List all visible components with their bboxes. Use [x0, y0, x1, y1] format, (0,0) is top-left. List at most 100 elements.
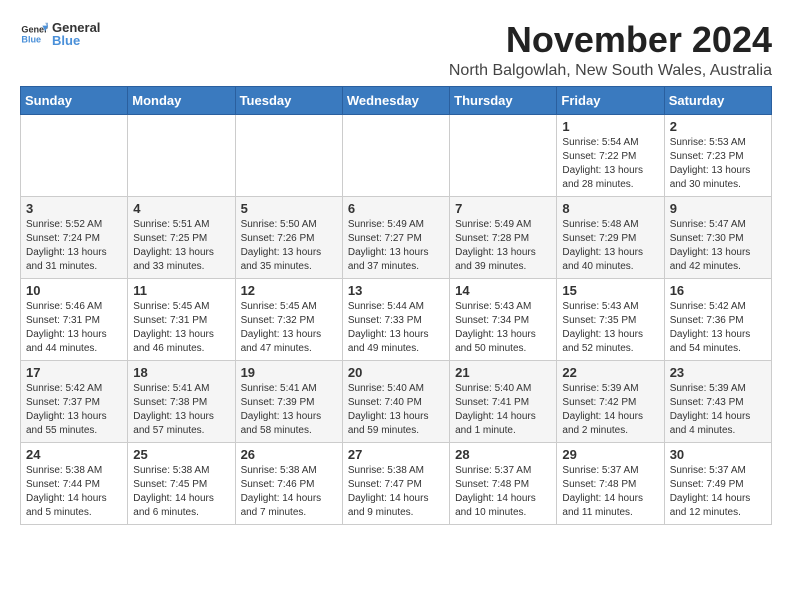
- calendar-cell: 21 Sunrise: 5:40 AM Sunset: 7:41 PM Dayli…: [450, 360, 557, 442]
- logo-icon: General Blue: [20, 20, 48, 48]
- page-header: General Blue General Blue November 2024 …: [20, 20, 772, 80]
- day-number: 21: [455, 365, 551, 380]
- calendar-cell: 30Sunrise: 5:37 AM Sunset: 7:49 PM Dayli…: [664, 442, 771, 524]
- day-number: 25: [133, 447, 229, 462]
- header-monday: Monday: [128, 86, 235, 114]
- calendar-cell: [450, 114, 557, 196]
- day-info: Sunrise: 5:52 AM Sunset: 7:24 PM Dayligh…: [26, 218, 122, 274]
- calendar-cell: 28 Sunrise: 5:37 AM Sunset: 7:48 PM Dayli…: [450, 442, 557, 524]
- header-tuesday: Tuesday: [235, 86, 342, 114]
- day-info: Sunrise: 5:39 AM Sunset: 7:43 PM Dayligh…: [670, 382, 766, 438]
- calendar-cell: 22Sunrise: 5:39 AM Sunset: 7:42 PM Dayli…: [557, 360, 664, 442]
- day-number: 8: [562, 201, 658, 216]
- calendar-cell: 23 Sunrise: 5:39 AM Sunset: 7:43 PM Dayli…: [664, 360, 771, 442]
- calendar-cell: [128, 114, 235, 196]
- day-info: Sunrise: 5:46 AM Sunset: 7:31 PM Dayligh…: [26, 300, 122, 356]
- calendar-week-3: 10Sunrise: 5:46 AM Sunset: 7:31 PM Dayli…: [21, 278, 772, 360]
- day-number: 14: [455, 283, 551, 298]
- calendar-cell: 6 Sunrise: 5:49 AM Sunset: 7:27 PM Daylig…: [342, 196, 449, 278]
- calendar-cell: [235, 114, 342, 196]
- calendar-cell: 1Sunrise: 5:54 AM Sunset: 7:22 PM Daylig…: [557, 114, 664, 196]
- day-info: Sunrise: 5:53 AM Sunset: 7:23 PM Dayligh…: [670, 136, 766, 192]
- calendar-cell: 17Sunrise: 5:42 AM Sunset: 7:37 PM Dayli…: [21, 360, 128, 442]
- day-info: Sunrise: 5:38 AM Sunset: 7:44 PM Dayligh…: [26, 464, 122, 520]
- day-number: 12: [241, 283, 337, 298]
- day-info: Sunrise: 5:45 AM Sunset: 7:32 PM Dayligh…: [241, 300, 337, 356]
- calendar-cell: 8 Sunrise: 5:48 AM Sunset: 7:29 PM Daylig…: [557, 196, 664, 278]
- calendar-week-5: 24 Sunrise: 5:38 AM Sunset: 7:44 PM Dayli…: [21, 442, 772, 524]
- day-info: Sunrise: 5:42 AM Sunset: 7:36 PM Dayligh…: [670, 300, 766, 356]
- calendar-cell: 19 Sunrise: 5:41 AM Sunset: 7:39 PM Dayli…: [235, 360, 342, 442]
- day-number: 13: [348, 283, 444, 298]
- day-info: Sunrise: 5:48 AM Sunset: 7:29 PM Dayligh…: [562, 218, 658, 274]
- calendar-cell: 7 Sunrise: 5:49 AM Sunset: 7:28 PM Daylig…: [450, 196, 557, 278]
- header-friday: Friday: [557, 86, 664, 114]
- day-info: Sunrise: 5:43 AM Sunset: 7:35 PM Dayligh…: [562, 300, 658, 356]
- calendar-cell: 10Sunrise: 5:46 AM Sunset: 7:31 PM Dayli…: [21, 278, 128, 360]
- day-info: Sunrise: 5:39 AM Sunset: 7:42 PM Dayligh…: [562, 382, 658, 438]
- calendar-cell: [342, 114, 449, 196]
- header-wednesday: Wednesday: [342, 86, 449, 114]
- calendar-cell: [21, 114, 128, 196]
- day-number: 18: [133, 365, 229, 380]
- logo: General Blue General Blue: [20, 20, 100, 48]
- day-number: 5: [241, 201, 337, 216]
- calendar-cell: 14 Sunrise: 5:43 AM Sunset: 7:34 PM Dayli…: [450, 278, 557, 360]
- day-info: Sunrise: 5:43 AM Sunset: 7:34 PM Dayligh…: [455, 300, 551, 356]
- calendar-week-2: 3 Sunrise: 5:52 AM Sunset: 7:24 PM Daylig…: [21, 196, 772, 278]
- day-number: 2: [670, 119, 766, 134]
- calendar-cell: 16Sunrise: 5:42 AM Sunset: 7:36 PM Dayli…: [664, 278, 771, 360]
- day-info: Sunrise: 5:38 AM Sunset: 7:45 PM Dayligh…: [133, 464, 229, 520]
- day-number: 28: [455, 447, 551, 462]
- calendar-cell: 27 Sunrise: 5:38 AM Sunset: 7:47 PM Dayli…: [342, 442, 449, 524]
- day-info: Sunrise: 5:37 AM Sunset: 7:48 PM Dayligh…: [455, 464, 551, 520]
- calendar-table: SundayMondayTuesdayWednesdayThursdayFrid…: [20, 86, 772, 525]
- day-number: 17: [26, 365, 122, 380]
- svg-text:Blue: Blue: [21, 34, 41, 44]
- day-info: Sunrise: 5:54 AM Sunset: 7:22 PM Dayligh…: [562, 136, 658, 192]
- logo-blue-text: Blue: [52, 33, 100, 48]
- day-info: Sunrise: 5:44 AM Sunset: 7:33 PM Dayligh…: [348, 300, 444, 356]
- calendar-cell: 15 Sunrise: 5:43 AM Sunset: 7:35 PM Dayli…: [557, 278, 664, 360]
- calendar-cell: 25 Sunrise: 5:38 AM Sunset: 7:45 PM Dayli…: [128, 442, 235, 524]
- calendar-cell: 3 Sunrise: 5:52 AM Sunset: 7:24 PM Daylig…: [21, 196, 128, 278]
- header-thursday: Thursday: [450, 86, 557, 114]
- day-number: 19: [241, 365, 337, 380]
- calendar-cell: 11 Sunrise: 5:45 AM Sunset: 7:31 PM Dayli…: [128, 278, 235, 360]
- day-number: 3: [26, 201, 122, 216]
- day-info: Sunrise: 5:47 AM Sunset: 7:30 PM Dayligh…: [670, 218, 766, 274]
- day-info: Sunrise: 5:41 AM Sunset: 7:39 PM Dayligh…: [241, 382, 337, 438]
- day-info: Sunrise: 5:50 AM Sunset: 7:26 PM Dayligh…: [241, 218, 337, 274]
- calendar-cell: 2 Sunrise: 5:53 AM Sunset: 7:23 PM Daylig…: [664, 114, 771, 196]
- title-area: November 2024 North Balgowlah, New South…: [449, 20, 772, 80]
- day-number: 11: [133, 283, 229, 298]
- day-number: 23: [670, 365, 766, 380]
- header-saturday: Saturday: [664, 86, 771, 114]
- day-number: 20: [348, 365, 444, 380]
- month-title: November 2024: [449, 20, 772, 60]
- day-info: Sunrise: 5:49 AM Sunset: 7:28 PM Dayligh…: [455, 218, 551, 274]
- location-title: North Balgowlah, New South Wales, Austra…: [449, 62, 772, 80]
- calendar-cell: 13 Sunrise: 5:44 AM Sunset: 7:33 PM Dayli…: [342, 278, 449, 360]
- calendar-cell: 12 Sunrise: 5:45 AM Sunset: 7:32 PM Dayli…: [235, 278, 342, 360]
- day-info: Sunrise: 5:38 AM Sunset: 7:46 PM Dayligh…: [241, 464, 337, 520]
- calendar-week-1: 1Sunrise: 5:54 AM Sunset: 7:22 PM Daylig…: [21, 114, 772, 196]
- day-number: 30: [670, 447, 766, 462]
- day-number: 24: [26, 447, 122, 462]
- day-info: Sunrise: 5:49 AM Sunset: 7:27 PM Dayligh…: [348, 218, 444, 274]
- day-info: Sunrise: 5:38 AM Sunset: 7:47 PM Dayligh…: [348, 464, 444, 520]
- day-number: 15: [562, 283, 658, 298]
- day-info: Sunrise: 5:40 AM Sunset: 7:41 PM Dayligh…: [455, 382, 551, 438]
- day-number: 26: [241, 447, 337, 462]
- calendar-cell: 4Sunrise: 5:51 AM Sunset: 7:25 PM Daylig…: [128, 196, 235, 278]
- day-number: 6: [348, 201, 444, 216]
- day-number: 9: [670, 201, 766, 216]
- day-number: 27: [348, 447, 444, 462]
- day-info: Sunrise: 5:40 AM Sunset: 7:40 PM Dayligh…: [348, 382, 444, 438]
- calendar-cell: 24 Sunrise: 5:38 AM Sunset: 7:44 PM Dayli…: [21, 442, 128, 524]
- calendar-cell: 18 Sunrise: 5:41 AM Sunset: 7:38 PM Dayli…: [128, 360, 235, 442]
- day-info: Sunrise: 5:45 AM Sunset: 7:31 PM Dayligh…: [133, 300, 229, 356]
- day-info: Sunrise: 5:41 AM Sunset: 7:38 PM Dayligh…: [133, 382, 229, 438]
- calendar-header-row: SundayMondayTuesdayWednesdayThursdayFrid…: [21, 86, 772, 114]
- day-number: 7: [455, 201, 551, 216]
